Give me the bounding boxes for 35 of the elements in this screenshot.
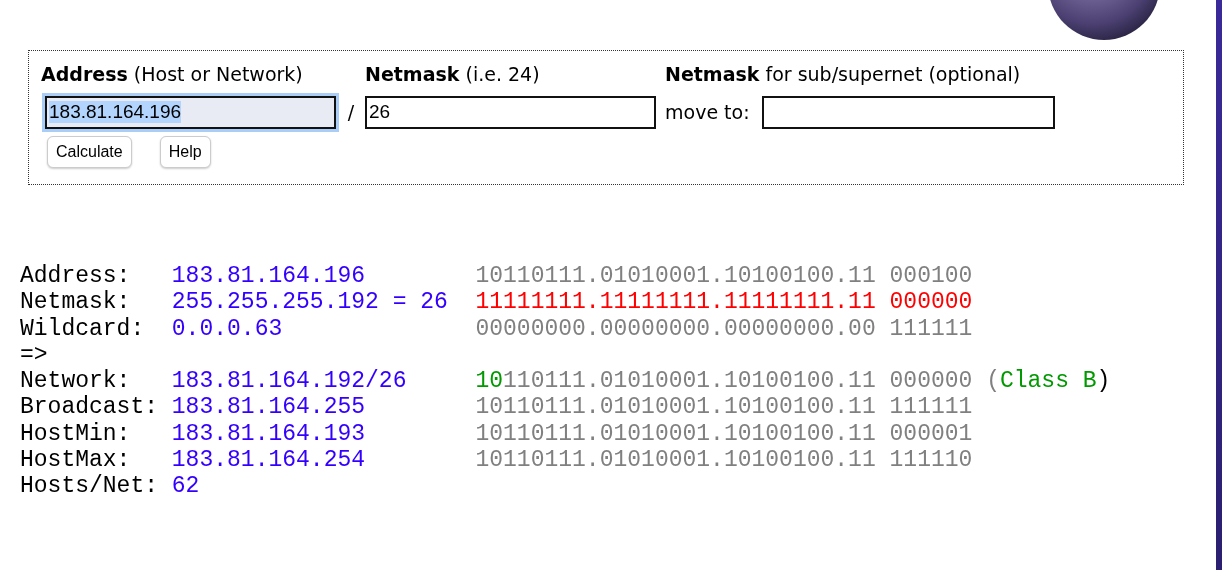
result-value: 183.81.164.255 (171, 394, 367, 421)
input-field[interactable]: 26 (365, 95, 656, 129)
result-label: Netmask: (20, 289, 132, 316)
input-field[interactable] (761, 95, 1055, 129)
result-label: HostMin: (20, 420, 132, 448)
binary-value: 10110111.01010001.10100100.11 111111 (475, 394, 973, 421)
binary-value: 10110111.01010001.10100100.11 000100 (475, 263, 973, 290)
result-value: 183.81.164.196 (171, 263, 367, 290)
result-value: 183.81.164.193 (171, 420, 367, 448)
field-label: Netmask (i.e. 24) (365, 63, 541, 87)
input-field[interactable]: 183.81.164.196 (45, 95, 336, 129)
field-label: Netmask for sub/supernet (optional) (665, 63, 1022, 87)
result-label: Broadcast: (20, 394, 160, 421)
result-label: Wildcard: (20, 315, 146, 342)
binary-value: 11111111.11111111.11111111.11 000000 (475, 289, 973, 316)
class-note: (Class B) (986, 368, 1111, 395)
result-label: Network: (20, 368, 132, 395)
result-label: Address: (20, 263, 132, 290)
result-label: Hosts/Net: (20, 473, 160, 500)
help-button[interactable]: Help (159, 136, 211, 168)
result-value: 183.81.164.192/26 (171, 368, 408, 395)
binary-value: 10110111.01010001.10100100.11 000001 (475, 420, 973, 448)
field-label: Address (Host or Network) (41, 63, 304, 87)
binary-value: 10110111.01010001.10100100.11 000000 (475, 368, 973, 395)
result-label: => (20, 341, 49, 369)
calculate-button[interactable]: Calculate (47, 136, 132, 168)
result-value: 255.255.255.192 = 26 (171, 289, 449, 316)
result-value: 62 (171, 473, 201, 500)
result-label: HostMax: (20, 447, 132, 474)
binary-value: 00000000.00000000.00000000.00 111111 (475, 315, 973, 342)
result-value: 0.0.0.63 (171, 315, 284, 342)
binary-value: 10110111.01010001.10100100.11 111110 (475, 447, 973, 474)
move-to-label: move to: (665, 101, 750, 123)
result-value: 183.81.164.254 (171, 447, 367, 474)
slash-separator: / (346, 101, 356, 123)
